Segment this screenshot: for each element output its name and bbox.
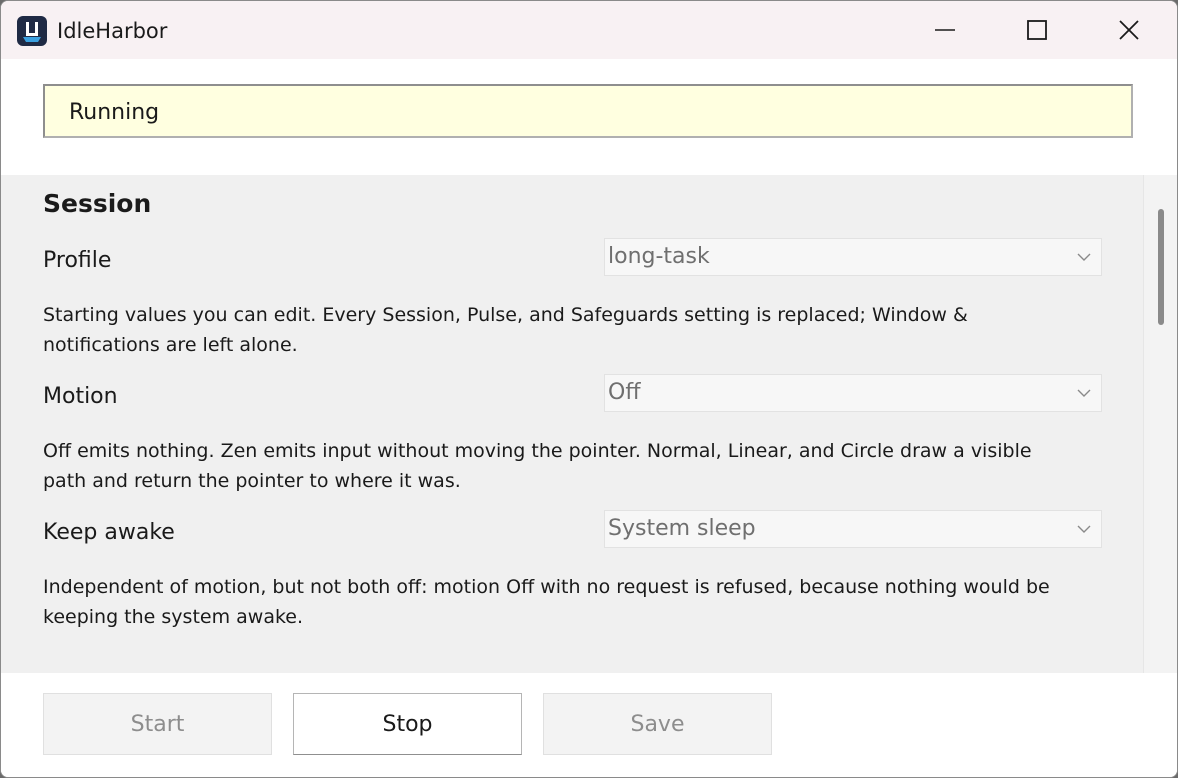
harbor-app-icon — [17, 16, 47, 46]
close-button[interactable] — [1083, 1, 1175, 59]
motion-label: Motion — [43, 384, 118, 409]
status-field: Running — [43, 84, 1133, 138]
settings-scroll-area[interactable]: Session Profile long-task Starting value… — [1, 175, 1177, 673]
minimize-button[interactable] — [899, 1, 991, 59]
chevron-down-icon — [1077, 389, 1091, 397]
vertical-scrollbar[interactable] — [1143, 175, 1177, 673]
save-button[interactable]: Save — [543, 693, 772, 755]
chevron-down-icon — [1077, 525, 1091, 533]
keep-awake-label: Keep awake — [43, 520, 175, 545]
profile-description: Starting values you can edit. Every Sess… — [43, 304, 968, 356]
keep-awake-dropdown[interactable]: System sleep — [604, 510, 1102, 548]
motion-dropdown-value: Off — [608, 380, 641, 405]
window-title: IdleHarbor — [57, 19, 168, 43]
profile-label: Profile — [43, 248, 112, 273]
stop-button[interactable]: Stop — [293, 693, 522, 755]
keep-awake-description: Independent of motion, but not both off:… — [43, 576, 1050, 628]
action-bar: Start Stop Save — [1, 673, 1177, 777]
scrollbar-thumb[interactable] — [1158, 209, 1164, 325]
status-area: Running — [1, 59, 1177, 175]
section-title-session: Session — [43, 189, 152, 218]
motion-dropdown[interactable]: Off — [604, 374, 1102, 412]
title-bar[interactable]: IdleHarbor — [1, 1, 1177, 59]
close-icon — [1119, 20, 1139, 40]
app-window: IdleHarbor Running Session Profile long-… — [0, 0, 1178, 778]
profile-dropdown[interactable]: long-task — [604, 238, 1102, 276]
maximize-button[interactable] — [991, 1, 1083, 59]
keep-awake-dropdown-value: System sleep — [608, 516, 756, 541]
profile-dropdown-value: long-task — [608, 244, 710, 269]
status-text: Running — [69, 100, 160, 125]
motion-description: Off emits nothing. Zen emits input witho… — [43, 440, 1032, 492]
maximize-icon — [1027, 20, 1047, 40]
chevron-down-icon — [1077, 253, 1091, 261]
start-button[interactable]: Start — [43, 693, 272, 755]
minimize-icon — [935, 29, 955, 31]
